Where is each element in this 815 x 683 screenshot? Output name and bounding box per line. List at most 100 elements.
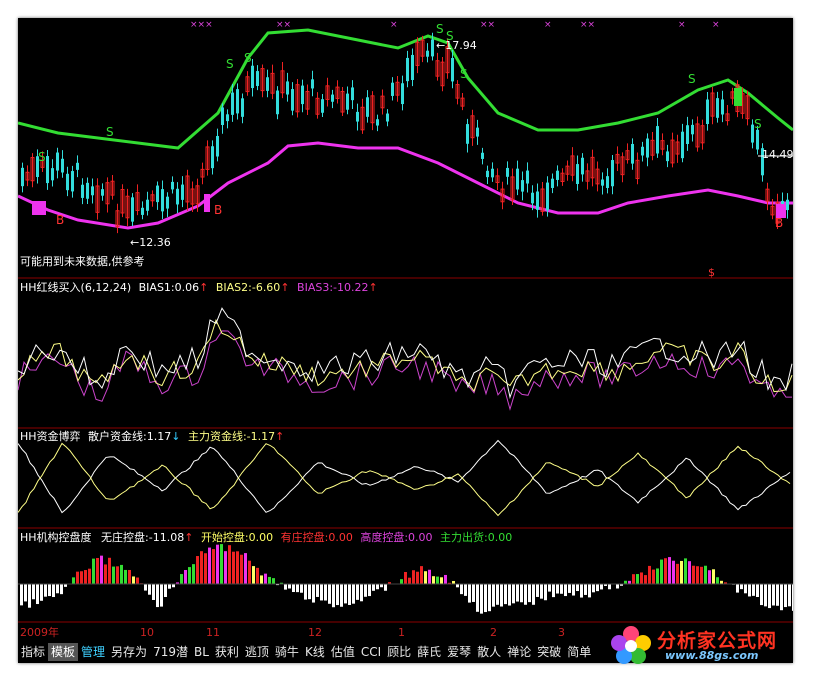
candle-body	[716, 98, 719, 118]
candle-body	[401, 83, 404, 105]
no-control-bar	[328, 584, 331, 604]
no-control-bar	[556, 584, 559, 594]
warning-mark: ××	[276, 20, 292, 30]
candle-body	[491, 168, 494, 178]
control-bar	[220, 544, 223, 584]
candle-body	[351, 87, 354, 101]
control-bar	[128, 569, 131, 584]
control-bar	[680, 560, 683, 584]
control-bar	[72, 577, 75, 584]
candle-body	[631, 143, 634, 164]
toolbar-item-bl[interactable]: BL	[191, 643, 212, 661]
candle-body	[176, 188, 179, 205]
control-bar	[692, 565, 695, 584]
no-control-bar	[60, 584, 63, 595]
no-control-bar	[476, 584, 479, 612]
control-bar	[184, 569, 187, 584]
no-control-bar	[520, 584, 523, 603]
candle-body	[476, 127, 479, 137]
control-bar	[716, 577, 719, 584]
toolbar-item-kline[interactable]: K线	[302, 643, 328, 661]
no-control-bar	[552, 584, 555, 598]
candle-body	[266, 77, 269, 91]
control-bar	[644, 575, 647, 584]
toolbar-item-guppy[interactable]: 顾比	[384, 643, 414, 661]
retail-arrow: ↓	[171, 430, 181, 443]
no-control-bar	[148, 584, 151, 595]
toolbar-item-profit[interactable]: 获利	[212, 643, 242, 661]
no-control-bar	[772, 584, 775, 606]
control-bar	[124, 569, 127, 584]
candle-body	[641, 146, 644, 156]
toolbar-item-indicator[interactable]: 指标	[18, 643, 48, 661]
candle-body	[91, 186, 94, 196]
candle-body	[251, 65, 254, 89]
toolbar-item-719[interactable]: 719潜	[150, 643, 191, 661]
buy-signal: B	[775, 216, 784, 230]
candle-body	[71, 171, 74, 192]
time-axis-label: 3	[558, 626, 565, 639]
toolbar-item-sanren[interactable]: 散人	[474, 643, 504, 661]
no-control-bar	[768, 584, 771, 609]
candle-body	[486, 170, 489, 178]
no-control-bar	[584, 584, 587, 595]
candle-body	[231, 92, 234, 115]
toolbar-item-chan[interactable]: 禅论	[504, 643, 534, 661]
candle-body	[581, 157, 584, 175]
control-bar	[228, 545, 231, 584]
toolbar-item-xue[interactable]: 薛氏	[414, 643, 444, 661]
candle-body	[81, 184, 84, 198]
candle-body	[521, 180, 524, 192]
candle-body	[451, 58, 454, 82]
toolbar-item-breakout[interactable]: 突破	[534, 643, 564, 661]
retail-fund-value: 散户资金线:1.17	[88, 430, 172, 443]
control-bar	[88, 568, 91, 584]
toolbar-item-manage[interactable]: 管理	[78, 643, 108, 661]
control-bar	[428, 569, 431, 584]
candle-body	[376, 119, 379, 126]
no-control-bar	[480, 584, 483, 614]
candle-body	[406, 57, 409, 82]
toolbar-item-aiqin[interactable]: 爱琴	[444, 643, 474, 661]
control-bar	[268, 576, 271, 584]
control-bar	[212, 549, 215, 584]
no-control-bar	[592, 584, 595, 593]
candle-body	[166, 196, 169, 209]
major-arrow: ↑	[275, 430, 285, 443]
control-bar	[704, 565, 707, 584]
candle-body	[466, 124, 469, 144]
no-control-bar	[308, 584, 311, 600]
toolbar-item-escape-top[interactable]: 逃顶	[242, 643, 272, 661]
has-control-value: 有庄控盘:0.00	[280, 531, 353, 544]
no-control-bar	[52, 584, 55, 598]
toolbar-item-valuation[interactable]: 估值	[328, 643, 358, 661]
chart-canvas[interactable]	[18, 18, 793, 663]
control-bar	[656, 568, 659, 584]
candle-body	[56, 152, 59, 171]
candle-body	[686, 125, 689, 144]
no-control-bar	[788, 584, 791, 607]
control-bar	[96, 557, 99, 584]
control-bar	[264, 573, 267, 584]
toolbar-item-save-as[interactable]: 另存为	[108, 643, 150, 661]
control-panel-header: HH机构控盘度 无庄控盘:-11.08↑ 开始控盘:0.00 有庄控盘:0.00…	[20, 531, 512, 544]
no-control-bar	[756, 584, 759, 598]
toolbar-item-simple[interactable]: 简单	[564, 643, 594, 661]
toolbar-item-cci[interactable]: CCI	[358, 643, 384, 661]
toolbar-item-ride-bull[interactable]: 骑牛	[272, 643, 302, 661]
control-bar	[712, 569, 715, 584]
candle-body	[556, 170, 559, 180]
no-control-bar	[744, 584, 747, 594]
control-bar	[664, 558, 667, 584]
toolbar-item-template[interactable]: 模板	[48, 642, 79, 661]
candle-body	[181, 184, 184, 200]
no-control-bar	[516, 584, 519, 602]
upper-band-line	[18, 28, 793, 150]
no-control-bar	[780, 584, 783, 611]
sell-zone-block	[734, 88, 742, 106]
control-bar	[244, 553, 247, 584]
warning-mark: ××	[480, 20, 496, 30]
candle-body	[411, 54, 414, 80]
control-bar	[120, 564, 123, 584]
control-bar	[112, 566, 115, 584]
